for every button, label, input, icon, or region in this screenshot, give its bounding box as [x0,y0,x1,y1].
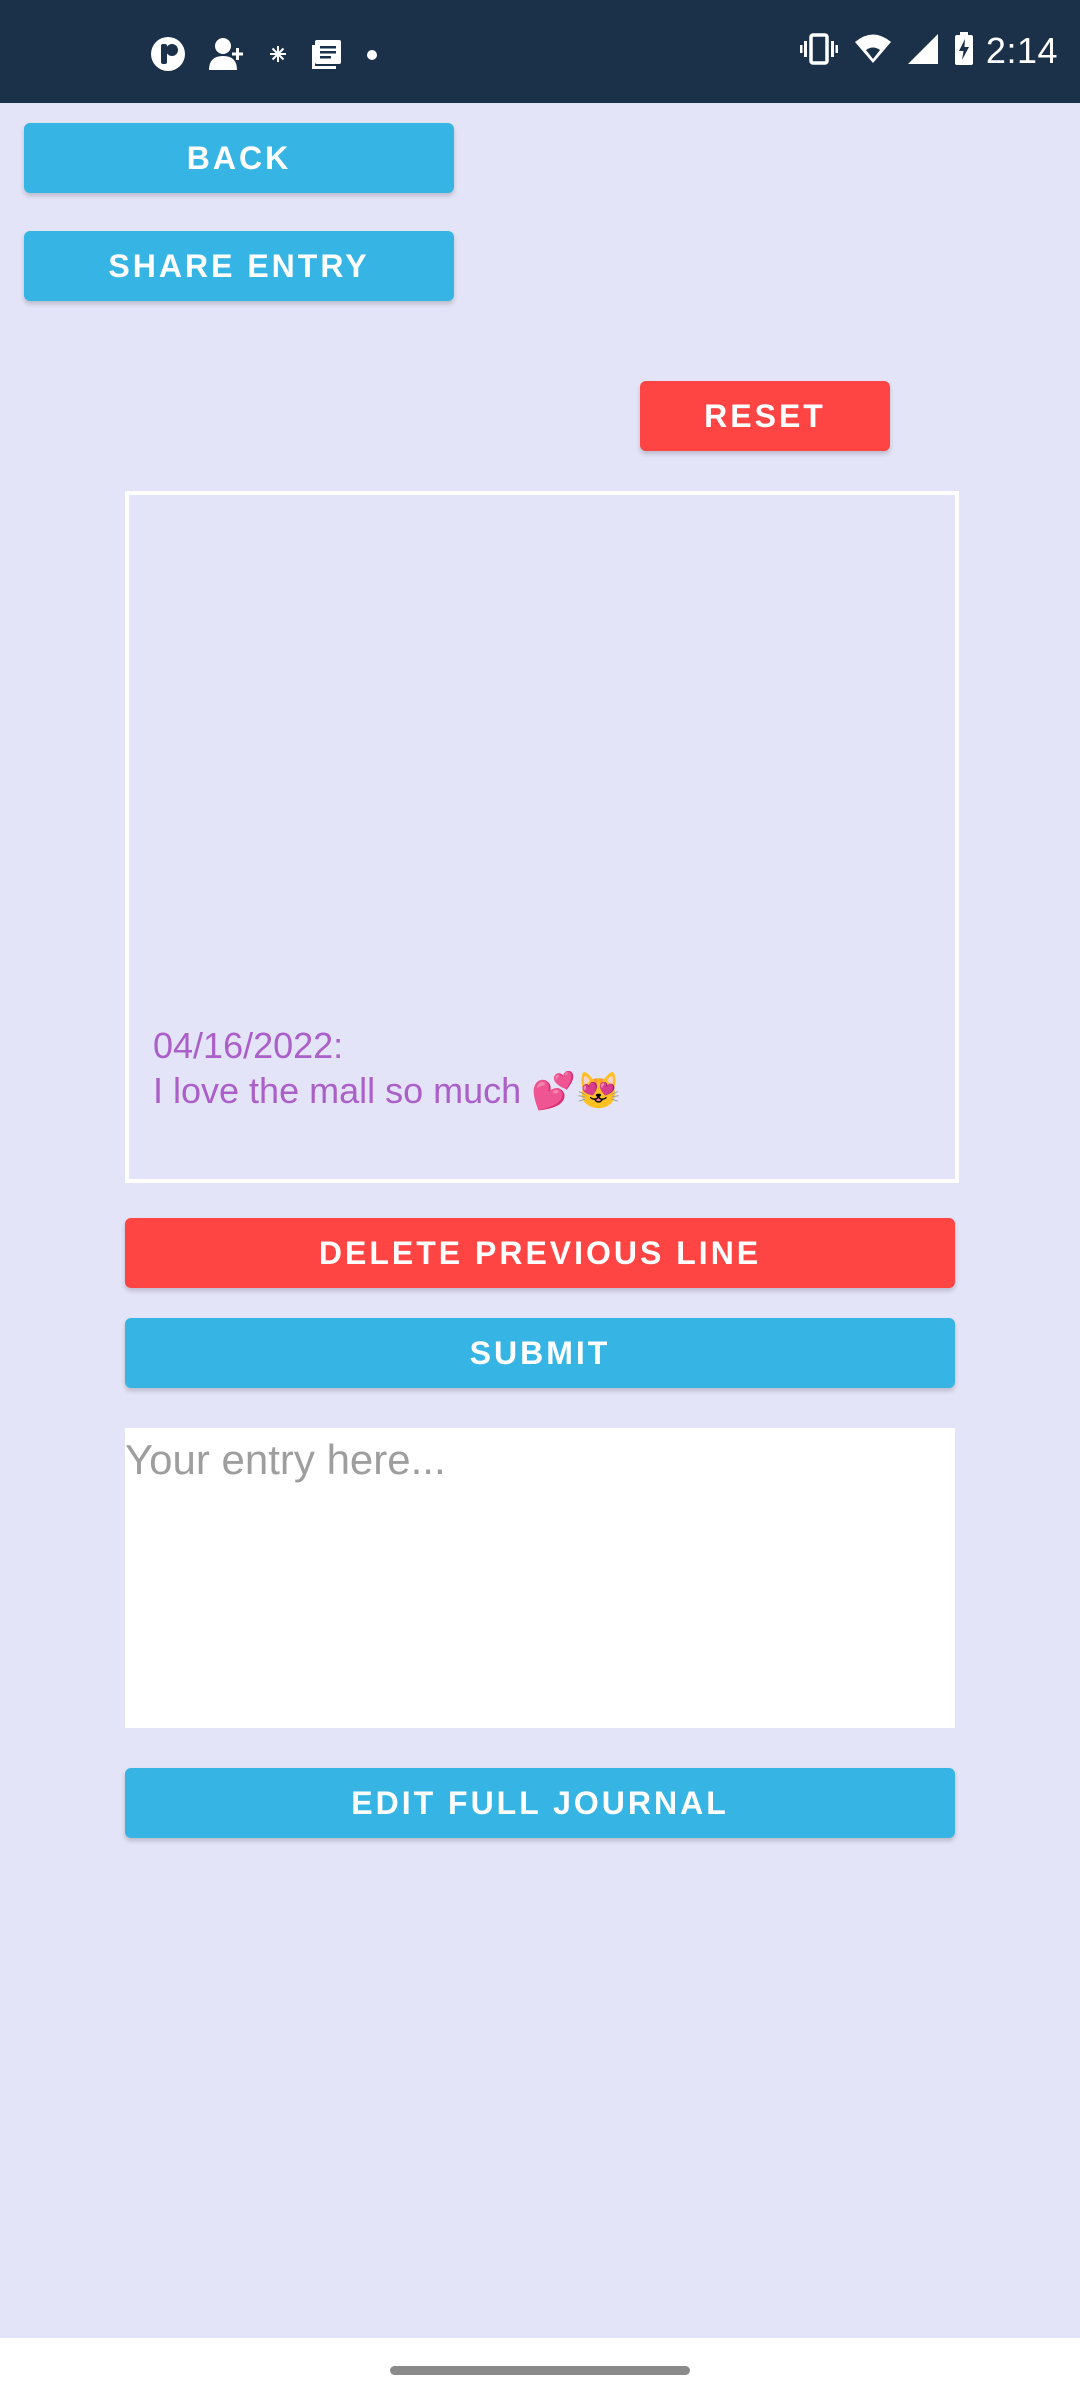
wifi-icon [854,33,892,70]
dot-icon [366,48,378,66]
status-bar: 2:14 [0,0,1080,103]
back-button[interactable]: BACK [24,123,454,193]
home-indicator[interactable] [390,2366,690,2375]
navigation-bar [0,2338,1080,2400]
edit-full-journal-button[interactable]: EDIT FULL JOURNAL [125,1768,955,1838]
share-entry-button[interactable]: SHARE ENTRY [24,231,454,301]
journal-display[interactable]: 04/16/2022: I love the mall so much 💕😻 [125,491,959,1183]
journal-date-line: 04/16/2022: [153,1025,344,1066]
system-icons: 2:14 [799,30,1058,72]
delete-previous-line-button[interactable]: DELETE PREVIOUS LINE [125,1218,955,1288]
clock: 2:14 [985,30,1058,71]
battery-charging-icon [954,31,974,71]
reset-button[interactable]: RESET [640,381,890,451]
signal-icon [906,33,940,70]
notes-icon [310,37,344,76]
vibrate-icon [799,32,838,70]
submit-button[interactable]: SUBMIT [125,1318,955,1388]
add-person-icon [208,36,246,77]
entry-input[interactable] [125,1428,955,1728]
app-icon [150,36,186,77]
notification-icons [150,36,400,77]
sparkle-icon [268,44,288,69]
journal-text: 04/16/2022: I love the mall so much 💕😻 [153,1023,621,1113]
journal-entry-line: I love the mall so much 💕😻 [153,1070,621,1111]
